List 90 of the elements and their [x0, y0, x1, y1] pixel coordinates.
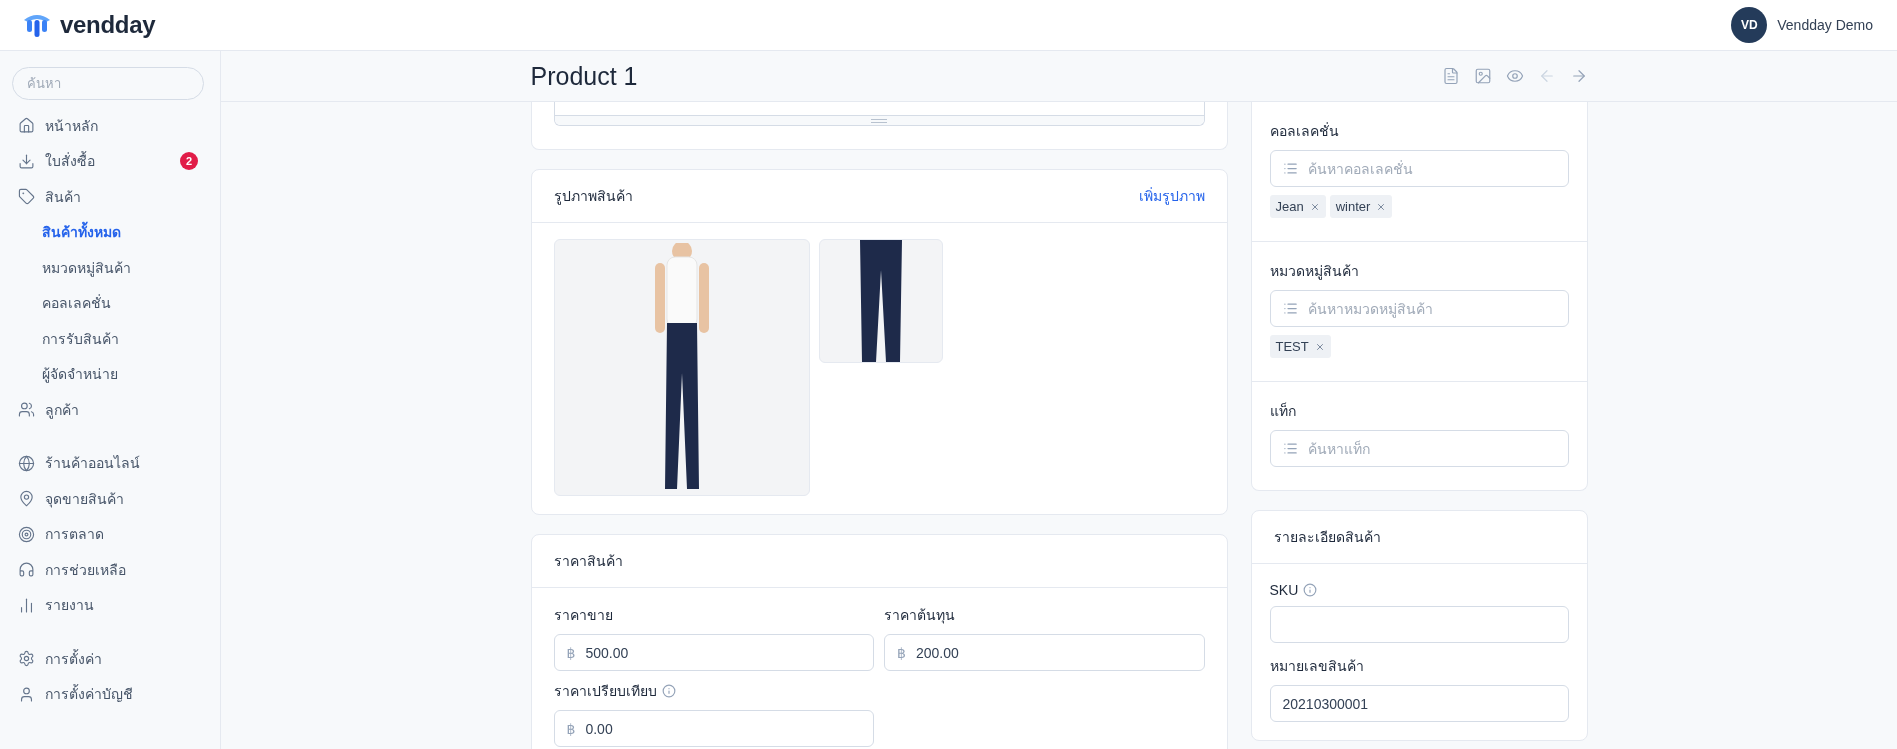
list-icon [1282, 441, 1298, 456]
tag-icon [18, 188, 35, 206]
sidebar-item[interactable]: จุดขายสินค้า [12, 481, 208, 517]
field-placeholder: ค้นหาแท็ก [1307, 439, 1370, 459]
field-label: ราคาเปรียบเทียบ [553, 682, 657, 701]
text-input[interactable]: 20210300001 [1269, 685, 1569, 722]
sidebar-item[interactable]: การตั้งค่า [12, 641, 208, 677]
sidebar-item[interactable]: หน้าหลัก [12, 108, 208, 144]
price-input[interactable]: ฿ 0.00 [553, 710, 874, 747]
info-icon[interactable] [661, 684, 676, 698]
text-input[interactable] [1269, 606, 1569, 643]
user-icon [18, 685, 35, 703]
input-value: 0.00 [585, 720, 613, 737]
list-icon [1282, 161, 1298, 176]
field-label: แท็ก [1269, 401, 1297, 421]
settings-icon [18, 650, 35, 668]
input-value: 200.00 [915, 644, 959, 661]
field-label: ราคาขาย [553, 606, 613, 625]
sidebar-subitem[interactable]: สินค้าทั้งหมด [12, 214, 208, 250]
remove-icon[interactable] [1309, 201, 1320, 212]
field-label: หมายเลขสินค้า [1269, 657, 1364, 676]
sidebar-item[interactable]: สินค้า [12, 179, 208, 215]
sidebar-item[interactable]: ลูกค้า [12, 392, 208, 428]
field-label: หมวดหมู่สินค้า [1269, 262, 1360, 282]
resize-handle[interactable] [871, 118, 887, 123]
count-badge: 2 [180, 152, 198, 171]
description-textarea[interactable] [553, 102, 1205, 126]
page-title: Product 1 [530, 61, 638, 91]
input-value: 500.00 [585, 644, 629, 661]
tag-label: Jean [1275, 199, 1304, 214]
sidebar-item[interactable]: ใบสั่งซื้อ 2 [12, 143, 208, 179]
logo-icon [22, 12, 52, 38]
sidebar-item-label: สินค้า [45, 187, 82, 207]
field-placeholder: ค้นหาคอลเลคชั่น [1307, 159, 1413, 179]
sidebar-item-label: ร้านค้าออนไลน์ [45, 454, 141, 474]
sidebar-item[interactable]: รายงาน [12, 587, 208, 623]
info-icon[interactable] [1303, 583, 1318, 597]
home-icon [18, 117, 35, 135]
sidebar-item[interactable]: ร้านค้าออนไลน์ [12, 445, 208, 481]
download-icon [18, 152, 35, 170]
sidebar-item-label: หน้าหลัก [45, 116, 99, 136]
sidebar-item-label: การช่วยเหลือ [45, 560, 127, 580]
field-label: คอลเลคชั่น [1269, 121, 1340, 141]
brand-name: vendday [60, 11, 156, 39]
field-label: SKU [1269, 582, 1299, 598]
sidebar-subitem[interactable]: คอลเลคชั่น [12, 285, 208, 321]
price-input[interactable]: ฿ 200.00 [884, 634, 1205, 671]
sidebar-item[interactable]: การตลาด [12, 516, 208, 552]
headset-icon [18, 561, 35, 579]
sidebar-item-label: จุดขายสินค้า [45, 489, 125, 510]
remove-icon[interactable] [1314, 341, 1325, 352]
photo-placeholder[interactable] [818, 239, 943, 363]
remove-icon[interactable] [1376, 201, 1387, 212]
field-label: ราคาต้นทุน [884, 606, 955, 626]
list-icon [1282, 301, 1298, 316]
currency-symbol: ฿ [566, 644, 576, 661]
sidebar-item-label: รายงาน [45, 596, 95, 616]
sidebar-item-label: ลูกค้า [45, 400, 80, 421]
search-field[interactable]: ค้นหา [12, 67, 204, 100]
card-title: รูปภาพสินค้า [553, 187, 633, 207]
document-icon[interactable] [1441, 67, 1460, 85]
price-input[interactable]: ฿ 500.00 [553, 634, 874, 671]
sidebar-item[interactable]: การช่วยเหลือ [12, 552, 208, 588]
currency-symbol: ฿ [897, 644, 906, 661]
image-icon[interactable] [1473, 67, 1492, 85]
map-pin-icon [18, 490, 35, 508]
users-icon [18, 401, 35, 419]
card-title: รายละเอียดสินค้า [1273, 528, 1381, 547]
target-icon [18, 525, 35, 543]
sidebar-subitem[interactable]: การรับสินค้า [12, 321, 208, 357]
sidebar-item-label: การตั้งค่า [45, 648, 103, 669]
sidebar-subitem[interactable]: หมวดหมู่สินค้า [12, 250, 208, 286]
eye-icon[interactable] [1505, 67, 1524, 85]
sidebar-item-label: ใบสั่งซื้อ [45, 150, 96, 172]
input-value: 20210300001 [1282, 695, 1369, 712]
sidebar-subitem[interactable]: ผู้จัดจำหน่าย [12, 356, 208, 392]
sidebar-item-label: การตั้งค่าบัญชี [45, 683, 134, 705]
bar-chart-icon [18, 596, 35, 614]
add-image-link[interactable]: เพิ่มรูปภาพ [1138, 185, 1205, 207]
sidebar-item-label: การตลาด [45, 525, 105, 545]
sidebar-item[interactable]: การตั้งค่าบัญชี [12, 676, 208, 712]
card-title: ราคาสินค้า [553, 552, 623, 571]
globe-icon [18, 454, 35, 472]
field-placeholder: ค้นหาหมวดหมู่สินค้า [1307, 299, 1433, 320]
photo-placeholder[interactable] [553, 239, 810, 496]
currency-symbol: ฿ [566, 720, 576, 737]
user-name: Vendday Demo [1777, 17, 1873, 33]
user-avatar[interactable]: VD [1731, 7, 1768, 43]
tag-label: winter [1335, 199, 1371, 214]
tag-label: TEST [1275, 339, 1309, 354]
